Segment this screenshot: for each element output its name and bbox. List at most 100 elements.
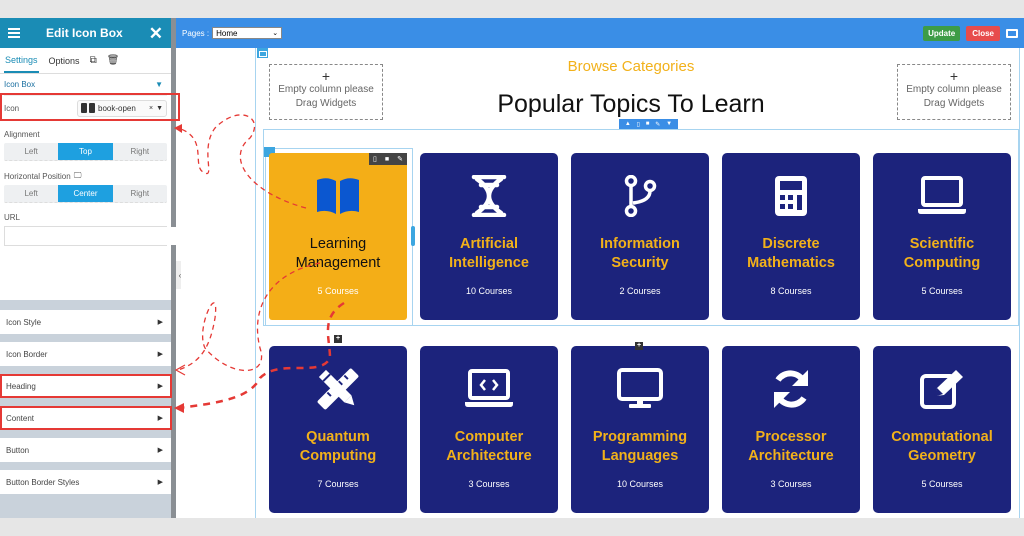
plus-icon: + [321, 68, 331, 84]
card-title: Scientific Computing [903, 236, 981, 271]
trash-icon[interactable]: 🗑 [107, 55, 120, 66]
course-count: 5 Courses [317, 286, 359, 296]
sidebar-tabs: Settings Options ⧉ 🗑 [0, 48, 171, 74]
topic-card[interactable]: Quantum Computing 7 Courses [269, 346, 407, 513]
duplicate-icon[interactable]: ▯ [637, 121, 640, 128]
course-count: 7 Courses [317, 479, 359, 489]
desktop-preview-icon[interactable] [1006, 28, 1018, 38]
position-left[interactable]: Left [4, 185, 58, 202]
menu-icon[interactable] [8, 28, 20, 38]
course-count: 3 Courses [468, 479, 510, 489]
section-handle-icon[interactable] [257, 48, 268, 58]
caret-right-icon: ▶ [157, 383, 163, 390]
horizontal-position-control: Left Center Right [4, 185, 167, 203]
alignment-left[interactable]: Left [4, 143, 58, 160]
desktop-icon[interactable]: 🖵 [74, 171, 82, 181]
edit-icon[interactable]: ✎ [397, 155, 403, 163]
column-resize-handle[interactable] [411, 226, 415, 246]
sync-icon [722, 368, 860, 410]
topic-card[interactable]: Scientific Computing 5 Courses [873, 153, 1011, 320]
laptop-code-icon [420, 368, 558, 410]
panel-label: Icon Style [6, 317, 42, 327]
widget-toolbar: ▯ ■ ✎ [369, 153, 407, 165]
course-count: 10 Courses [616, 479, 664, 489]
toolbar-actions: Update Close [923, 25, 1018, 41]
caret-right-icon: ▶ [157, 479, 163, 486]
section-title: Icon Box [4, 80, 36, 89]
caret-down-icon[interactable]: ▼ [666, 121, 672, 127]
topic-card[interactable]: Processor Architecture 3 Courses [722, 346, 860, 513]
panel-label: Icon Border [6, 349, 48, 359]
panel-label: Button Border Styles [6, 477, 80, 487]
pages-label: Pages : [182, 28, 210, 38]
tab-options[interactable]: Options [49, 56, 80, 66]
section-icon-box[interactable]: Icon Box ▼ [4, 74, 167, 96]
course-count: 5 Courses [921, 286, 963, 296]
clear-icon[interactable]: × [149, 105, 153, 112]
url-input[interactable] [5, 227, 182, 245]
icon-field-label: Icon [4, 103, 20, 113]
course-count: 8 Courses [770, 286, 812, 296]
card-title: Programming Languages [592, 429, 688, 464]
icon-field-row: Icon book-open × ▼ [0, 93, 180, 121]
row-toolbar: ▲ ▯ ■ ✎ ▼ [619, 119, 678, 129]
panel-button-border-styles[interactable]: Button Border Styles ▶ [0, 470, 171, 494]
topic-card[interactable]: Programming Languages 10 Courses [571, 346, 709, 513]
card-title: Discrete Mathematics [747, 236, 835, 271]
panel-button[interactable]: Button ▶ [0, 438, 171, 462]
alignment-label: Alignment [4, 130, 40, 139]
close-icon[interactable]: ✕ [149, 25, 163, 42]
duplicate-icon[interactable]: ▯ [373, 155, 377, 163]
topic-card[interactable]: Computer Architecture 3 Courses [420, 346, 558, 513]
chevron-down-icon: ⌄ [272, 30, 279, 37]
panel-icon-style[interactable]: Icon Style ▶ [0, 310, 171, 334]
position-center[interactable]: Center [58, 185, 113, 202]
alignment-control: Left Top Right [4, 143, 167, 161]
panel-label: Button [6, 445, 30, 455]
panel-label: Heading [6, 381, 36, 391]
caret-right-icon: ▶ [157, 415, 163, 422]
editor-canvas: + Empty column please Drag Widgets + Emp… [181, 48, 1024, 518]
panel-content[interactable]: Content ▶ [0, 406, 172, 430]
alignment-right[interactable]: Right [113, 143, 167, 160]
empty-column-left[interactable]: + Empty column please Drag Widgets [269, 64, 383, 120]
panel-heading[interactable]: Heading ▶ [0, 374, 172, 398]
topic-card[interactable]: Computational Geometry 5 Courses [873, 346, 1011, 513]
empty-column-text: Empty column please [278, 84, 374, 95]
add-widget-button[interactable]: + [334, 335, 342, 343]
empty-column-right[interactable]: + Empty column please Drag Widgets [897, 64, 1011, 120]
sidebar-title: Edit Icon Box [46, 26, 123, 40]
copy-icon[interactable]: ⧉ [90, 55, 97, 66]
move-up-icon[interactable]: ▲ [625, 121, 631, 127]
topic-card[interactable]: Information Security 2 Courses [571, 153, 709, 320]
topic-card[interactable]: Artificial Intelligence 10 Courses [420, 153, 558, 320]
icon-picker[interactable]: book-open × ▼ [77, 99, 167, 117]
tab-settings[interactable]: Settings [4, 48, 39, 73]
popular-topics-heading: Popular Topics To Learn [497, 90, 765, 118]
book-open-icon [269, 175, 407, 217]
update-button[interactable]: Update [923, 25, 961, 41]
course-count: 2 Courses [619, 286, 661, 296]
empty-column-text: Drag Widgets [295, 98, 357, 109]
close-button[interactable]: Close [966, 25, 1000, 41]
caret-right-icon: ▶ [157, 351, 163, 358]
position-right[interactable]: Right [113, 185, 167, 202]
top-toolbar: Pages : Home ⌄ Update Close [176, 18, 1024, 48]
book-open-icon [81, 103, 95, 113]
panel-icon-border[interactable]: Icon Border ▶ [0, 342, 171, 366]
trash-icon[interactable]: ■ [385, 156, 389, 163]
caret-down-icon[interactable]: ▼ [156, 105, 163, 112]
edit-sidebar: Edit Icon Box ✕ Settings Options ⧉ 🗑 Ico… [0, 18, 192, 518]
topic-card[interactable]: ▯ ■ ✎ Learning Management 5 Courses [269, 153, 407, 320]
url-field: ⚙ [4, 226, 192, 246]
empty-column-text: Empty column please [906, 84, 1002, 95]
add-row-button[interactable]: + [635, 342, 643, 350]
plus-icon: + [949, 68, 959, 84]
topic-card[interactable]: Discrete Mathematics 8 Courses [722, 153, 860, 320]
alignment-top[interactable]: Top [58, 143, 113, 160]
trash-icon[interactable]: ■ [646, 121, 650, 127]
pages-select[interactable]: Home ⌄ [212, 27, 283, 39]
icon-picker-value: book-open [98, 103, 136, 113]
sidebar-header: Edit Icon Box ✕ [0, 18, 171, 48]
edit-icon[interactable]: ✎ [655, 121, 660, 128]
